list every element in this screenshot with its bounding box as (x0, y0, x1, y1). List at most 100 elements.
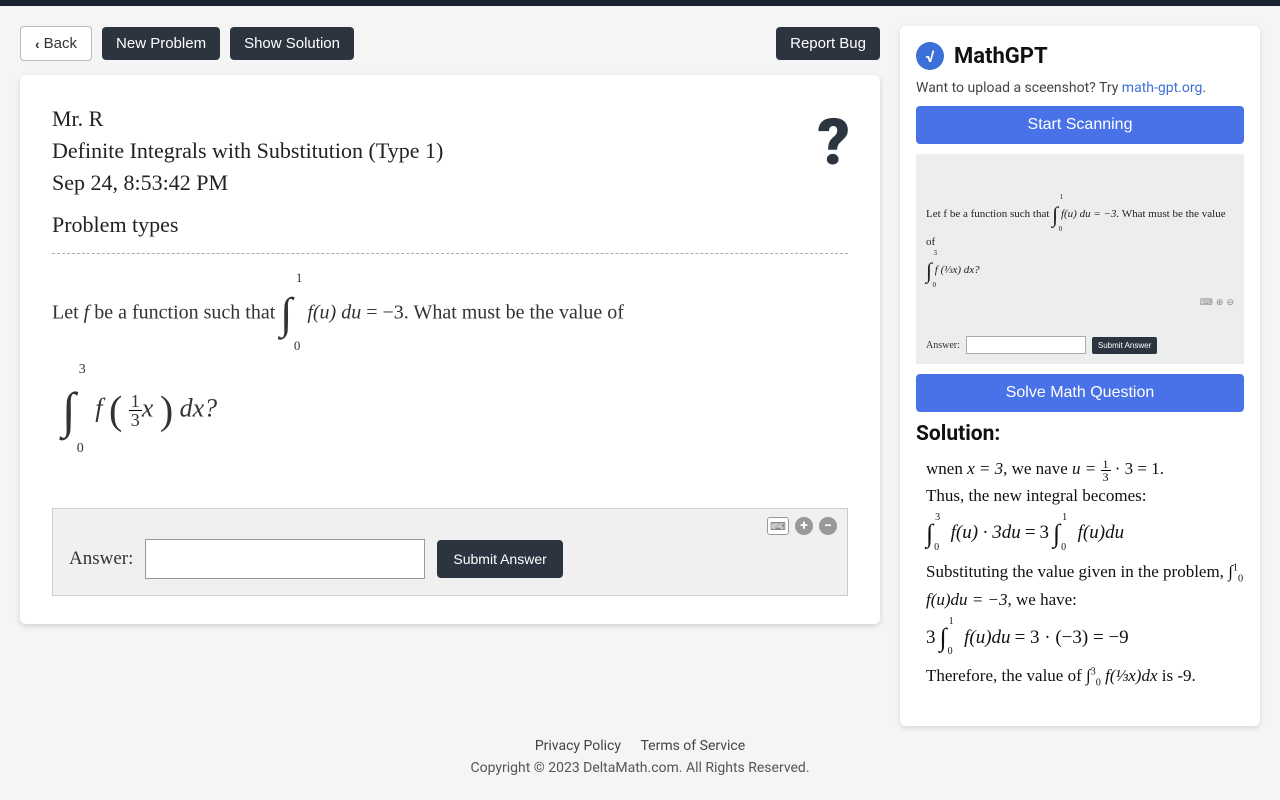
solution-equation-2: 3 ∫ 1 0 f(u)du = 3 · (−3) = −9 (926, 618, 1244, 657)
problem-statement: Let f be a function such that ∫ 1 0 f(u)… (52, 272, 848, 459)
solution-equation-1: ∫ 3 0 f(u) · 3du = 3 ∫ 1 0 f(u)du (926, 514, 1244, 553)
text: 3 (926, 624, 936, 653)
zoom-out-icon: ⊖ (1226, 298, 1234, 308)
solution-body: wnen x = 3, we nave u = 13 · 3 = 1. Thus… (916, 456, 1244, 691)
text: u = (1072, 459, 1100, 478)
text: Let (52, 301, 84, 323)
text: Therefore, the value of (926, 666, 1086, 685)
show-solution-button[interactable]: Show Solution (230, 27, 354, 60)
upload-link[interactable]: math-gpt.org (1122, 80, 1203, 96)
text: f(u)du = −3 (926, 590, 1008, 609)
answer-area: ⌨ + − Answer: Submit Answer (52, 508, 848, 596)
ub: 1 (949, 614, 954, 629)
keyboard-icon[interactable]: ⌨ (767, 517, 789, 535)
preview-submit-button: Submit Answer (1092, 337, 1157, 354)
brand-logo-icon: √ (916, 42, 944, 70)
answer-label: Answer: (69, 548, 133, 570)
lower-bound: 0 (933, 280, 937, 292)
copyright: Copyright © 2023 DeltaMath.com. All Righ… (0, 760, 1280, 776)
text: , we nave (1003, 459, 1072, 478)
text: x (142, 394, 154, 423)
chevron-left-icon: ‹ (35, 36, 40, 52)
zoom-in-icon: ⊕ (1216, 298, 1224, 308)
timestamp: Sep 24, 8:53:42 PM (52, 167, 848, 199)
denominator: 3 (1103, 471, 1109, 483)
lower-bound: 0 (1059, 224, 1063, 236)
start-scanning-button[interactable]: Start Scanning (916, 106, 1244, 144)
problem-types-link[interactable]: Problem types (52, 209, 848, 241)
text: f(u)du (964, 624, 1010, 653)
integral-sign: ∫ (1052, 202, 1058, 227)
toolbar: ‹ Back New Problem Show Solution Report … (20, 26, 880, 61)
text: Want to upload a sceenshot? Try (916, 80, 1122, 96)
paren: ) (160, 388, 173, 433)
text: 3 (1040, 519, 1050, 548)
lb: 0 (948, 644, 953, 659)
text: f(⅓x)dx (1101, 666, 1158, 685)
problem-integral-2: ∫ 3 0 f ( 1 3 x ) dx? (62, 363, 848, 458)
new-problem-button[interactable]: New Problem (102, 27, 220, 60)
text: = 3 · (−3) = −9 (1015, 624, 1129, 653)
footer: Privacy Policy Terms of Service Copyrigh… (0, 726, 1280, 788)
int: ∫ (1053, 519, 1060, 548)
submit-answer-button[interactable]: Submit Answer (437, 540, 562, 578)
ub: 3 (935, 510, 940, 525)
text: wnen (926, 459, 967, 478)
text: = (361, 301, 382, 323)
text: . What must be the value of (404, 301, 624, 323)
ub: 3 (1091, 667, 1096, 678)
help-icon[interactable]: ? (817, 105, 850, 180)
teacher-name: Mr. R (52, 103, 848, 135)
answer-controls: ⌨ + − (767, 517, 837, 535)
preview-problem-text: Let f be a function such that ∫ 1 0 f(u)… (926, 196, 1234, 289)
ub: 1 (1062, 510, 1067, 525)
preview-answer-label: Answer: (926, 340, 960, 351)
text: Thus, the new integral becomes: (926, 486, 1146, 505)
integral-sign: ∫ (62, 382, 76, 438)
text: . (1202, 80, 1206, 96)
answer-input[interactable] (145, 539, 425, 579)
text: is -9. (1158, 666, 1196, 685)
text: f (95, 394, 109, 423)
integrand: f(u) du (307, 301, 361, 323)
upper-bound: 3 (79, 357, 86, 384)
problem-card: ? Mr. R Definite Integrals with Substitu… (20, 75, 880, 624)
back-label: Back (44, 35, 77, 52)
zoom-in-icon[interactable]: + (795, 517, 813, 535)
zoom-out-icon[interactable]: − (819, 517, 837, 535)
text: Substituting the value given in the prob… (926, 562, 1228, 581)
numerator: 1 (129, 392, 142, 411)
ub: 1 (1233, 562, 1238, 573)
text: f(u) · 3du (951, 519, 1021, 548)
terms-link[interactable]: Terms of Service (640, 738, 745, 754)
divider (52, 253, 848, 254)
upload-hint: Want to upload a sceenshot? Try math-gpt… (916, 80, 1244, 96)
text: , we have: (1008, 590, 1077, 609)
brand-name: MathGPT (954, 44, 1048, 69)
text: dx? (180, 394, 218, 423)
mathgpt-panel: √ MathGPT Want to upload a sceenshot? Tr… (900, 26, 1260, 726)
text: = (1025, 519, 1036, 548)
solve-question-button[interactable]: Solve Math Question (916, 374, 1244, 412)
lb: 0 (1238, 573, 1243, 584)
screenshot-preview: Let f be a function such that ∫ 1 0 f(u)… (916, 154, 1244, 364)
text: f (⅓x) dx? (935, 264, 980, 276)
value: −3 (383, 301, 404, 323)
text: be a function such that (89, 301, 280, 323)
text: x = 3 (967, 459, 1003, 478)
topic-title: Definite Integrals with Substitution (Ty… (52, 135, 848, 167)
report-bug-button[interactable]: Report Bug (776, 27, 880, 60)
privacy-policy-link[interactable]: Privacy Policy (535, 738, 621, 754)
back-button[interactable]: ‹ Back (20, 26, 92, 61)
text: Let f be a function such that (926, 208, 1052, 220)
text: · 3 = 1. (1115, 459, 1164, 478)
lb: 0 (1061, 540, 1066, 555)
upper-bound: 3 (934, 248, 938, 260)
text: f(u)du (1078, 519, 1124, 548)
integral-sign: ∫ (926, 258, 932, 283)
problem-panel: ‹ Back New Problem Show Solution Report … (20, 26, 880, 726)
brand: √ MathGPT (916, 42, 1244, 70)
upper-bound: 1 (1060, 192, 1064, 204)
paren: ( (109, 388, 122, 433)
solution-heading: Solution: (916, 422, 1244, 446)
